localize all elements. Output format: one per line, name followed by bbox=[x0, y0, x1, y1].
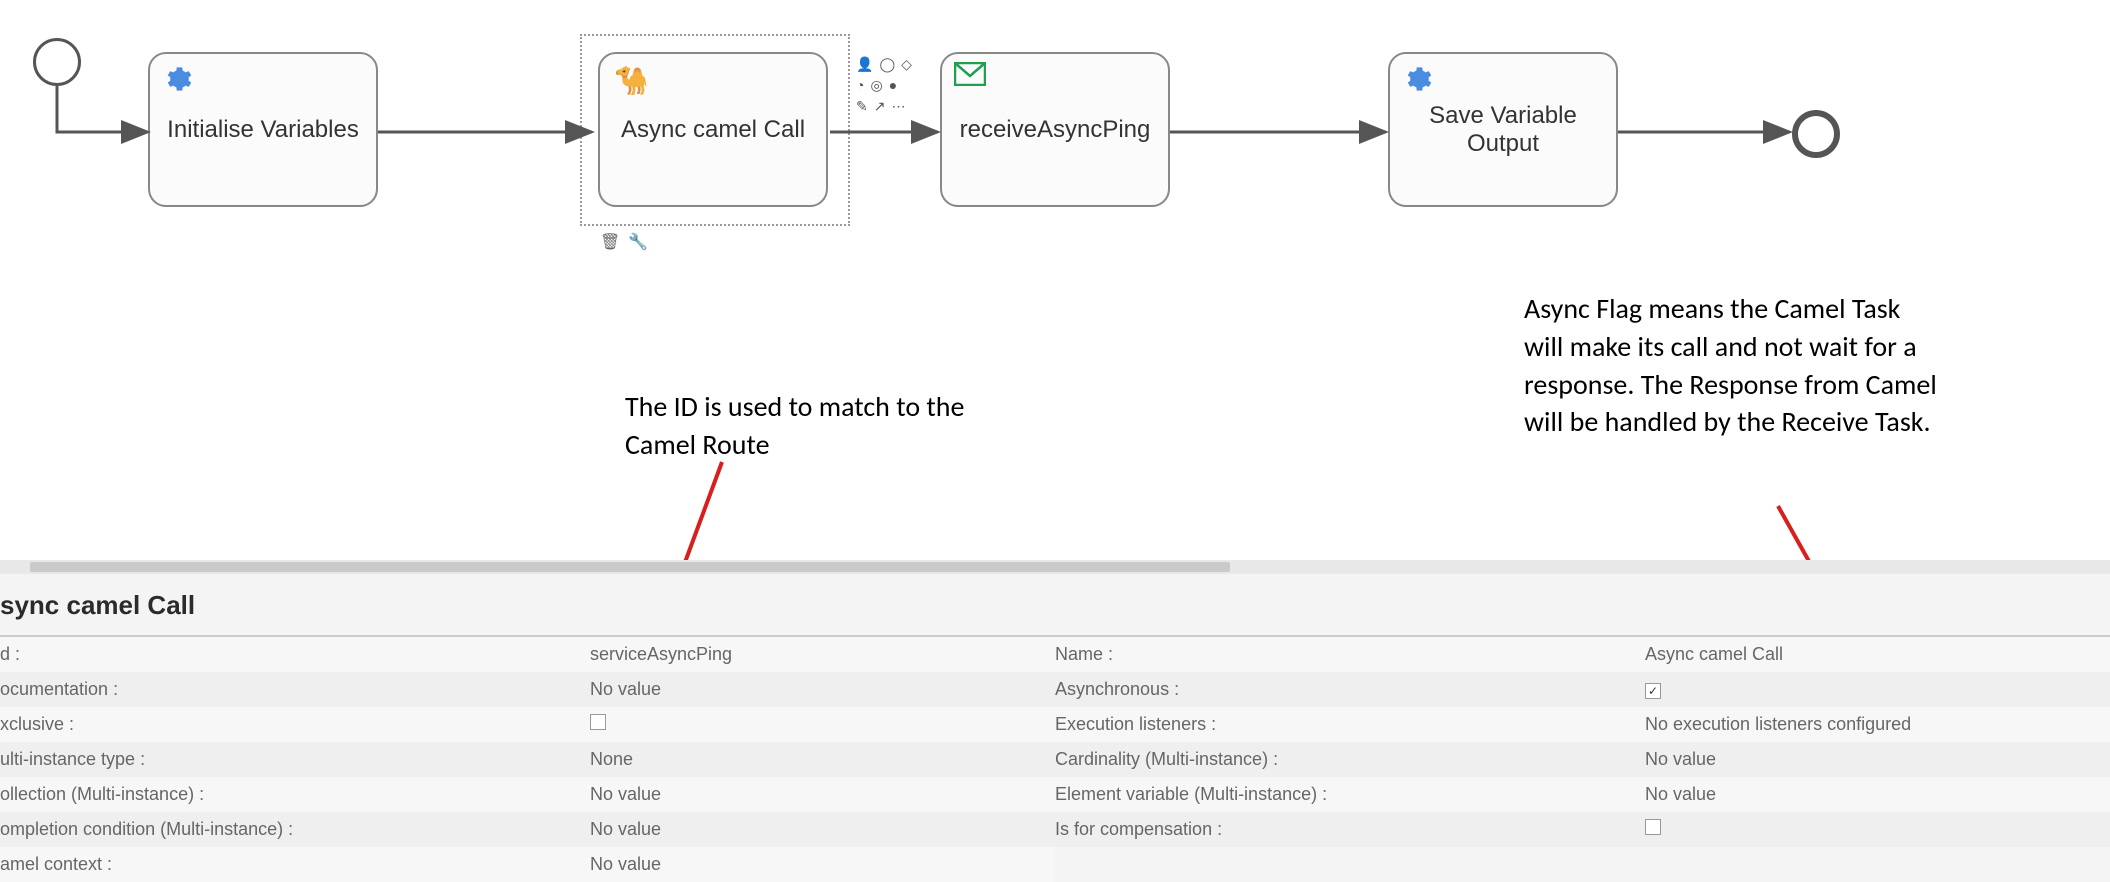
property-value[interactable]: None bbox=[590, 749, 1055, 770]
property-value[interactable]: Async camel Call bbox=[1645, 644, 2110, 665]
props-left-column: d :serviceAsyncPingocumentation :No valu… bbox=[0, 637, 1055, 882]
task-label: Save Variable Output bbox=[1400, 102, 1606, 158]
property-label: ollection (Multi-instance) : bbox=[0, 784, 590, 805]
props-right-column: Name :Async camel CallAsynchronous :✓Exe… bbox=[1055, 637, 2110, 882]
property-label: ocumentation : bbox=[0, 679, 590, 700]
camel-icon: 🐪 bbox=[614, 64, 649, 97]
property-label: Cardinality (Multi-instance) : bbox=[1055, 749, 1645, 770]
end-event[interactable] bbox=[1792, 110, 1840, 158]
property-row[interactable]: Name :Async camel Call bbox=[1055, 637, 2110, 672]
more-icon[interactable]: ⋯ bbox=[891, 98, 905, 115]
property-label: Asynchronous : bbox=[1055, 679, 1645, 700]
context-toolbar[interactable]: 👤 ◯ ◇ ◔ ◎ ● ✎ ↗ ⋯ bbox=[856, 56, 912, 115]
property-value[interactable]: serviceAsyncPing bbox=[590, 644, 1055, 665]
task-receive-async-ping[interactable]: receiveAsyncPing bbox=[940, 52, 1170, 207]
properties-panel: sync camel Call d :serviceAsyncPingocume… bbox=[0, 560, 2110, 882]
context-bottom-tools[interactable]: 🗑 🔧 bbox=[600, 232, 648, 252]
property-value[interactable] bbox=[1645, 819, 2110, 840]
task-initialise-variables[interactable]: Initialise Variables bbox=[148, 52, 378, 207]
property-row[interactable]: Asynchronous :✓ bbox=[1055, 672, 2110, 707]
gear-icon bbox=[162, 64, 192, 101]
property-label: Name : bbox=[1055, 644, 1645, 665]
property-value[interactable] bbox=[590, 714, 1055, 735]
property-value[interactable]: ✓ bbox=[1645, 679, 2110, 700]
property-value[interactable]: No value bbox=[590, 679, 1055, 700]
property-row[interactable]: Execution listeners :No execution listen… bbox=[1055, 707, 2110, 742]
property-row[interactable]: ollection (Multi-instance) :No value bbox=[0, 777, 1055, 812]
property-label: amel context : bbox=[0, 854, 590, 875]
task-save-variable-output[interactable]: Save Variable Output bbox=[1388, 52, 1618, 207]
property-label: ulti-instance type : bbox=[0, 749, 590, 770]
property-label: d : bbox=[0, 644, 590, 665]
annotation-id-note: The ID is used to match to the Camel Rou… bbox=[625, 388, 965, 464]
task-label: Initialise Variables bbox=[167, 116, 359, 144]
property-row[interactable]: Cardinality (Multi-instance) :No value bbox=[1055, 742, 2110, 777]
property-value[interactable]: No execution listeners configured bbox=[1645, 714, 2110, 735]
dot-icon[interactable]: ● bbox=[889, 77, 897, 94]
task-async-camel-call-selected[interactable]: 🐪 Async camel Call bbox=[580, 34, 850, 226]
property-value[interactable]: No value bbox=[590, 854, 1055, 875]
property-value[interactable]: No value bbox=[590, 819, 1055, 840]
property-row[interactable]: Is for compensation : bbox=[1055, 812, 2110, 847]
property-row[interactable]: ocumentation :No value bbox=[0, 672, 1055, 707]
property-value[interactable]: No value bbox=[1645, 784, 2110, 805]
panel-title: sync camel Call bbox=[0, 574, 2110, 637]
circle-icon[interactable]: ◯ bbox=[879, 56, 895, 73]
checkbox[interactable]: ✓ bbox=[1645, 683, 1661, 699]
annotation-async-note: Async Flag means the Camel Task will mak… bbox=[1524, 290, 1944, 441]
checkbox[interactable] bbox=[1645, 819, 1661, 835]
envelope-icon bbox=[954, 62, 986, 93]
wrench-icon[interactable]: 🔧 bbox=[628, 232, 648, 252]
property-row[interactable]: Element variable (Multi-instance) :No va… bbox=[1055, 777, 2110, 812]
user-icon[interactable]: 👤 bbox=[856, 56, 873, 73]
property-value[interactable]: No value bbox=[1645, 749, 2110, 770]
property-row[interactable]: d :serviceAsyncPing bbox=[0, 637, 1055, 672]
ring-icon[interactable]: ◎ bbox=[870, 77, 882, 94]
property-label: Execution listeners : bbox=[1055, 714, 1645, 735]
clock-icon[interactable]: ◔ bbox=[856, 77, 864, 94]
property-row[interactable]: ompletion condition (Multi-instance) :No… bbox=[0, 812, 1055, 847]
property-label: xclusive : bbox=[0, 714, 590, 735]
checkbox[interactable] bbox=[590, 714, 606, 730]
scrollbar-thumb[interactable] bbox=[30, 562, 1230, 572]
property-label: Is for compensation : bbox=[1055, 819, 1645, 840]
horizontal-scrollbar[interactable] bbox=[0, 560, 2110, 574]
property-label: ompletion condition (Multi-instance) : bbox=[0, 819, 590, 840]
property-label: Element variable (Multi-instance) : bbox=[1055, 784, 1645, 805]
start-event[interactable] bbox=[33, 38, 81, 86]
trash-icon[interactable]: 🗑 bbox=[600, 232, 620, 252]
property-row[interactable]: ulti-instance type :None bbox=[0, 742, 1055, 777]
task-label: receiveAsyncPing bbox=[960, 116, 1151, 144]
task-label: Async camel Call bbox=[621, 116, 805, 144]
gear-icon bbox=[1402, 64, 1432, 101]
diamond-icon[interactable]: ◇ bbox=[901, 56, 912, 73]
property-value[interactable]: No value bbox=[590, 784, 1055, 805]
property-row[interactable]: amel context :No value bbox=[0, 847, 1055, 882]
property-row[interactable]: xclusive : bbox=[0, 707, 1055, 742]
arrow-icon[interactable]: ↗ bbox=[874, 98, 886, 115]
pencil-icon[interactable]: ✎ bbox=[856, 98, 868, 115]
